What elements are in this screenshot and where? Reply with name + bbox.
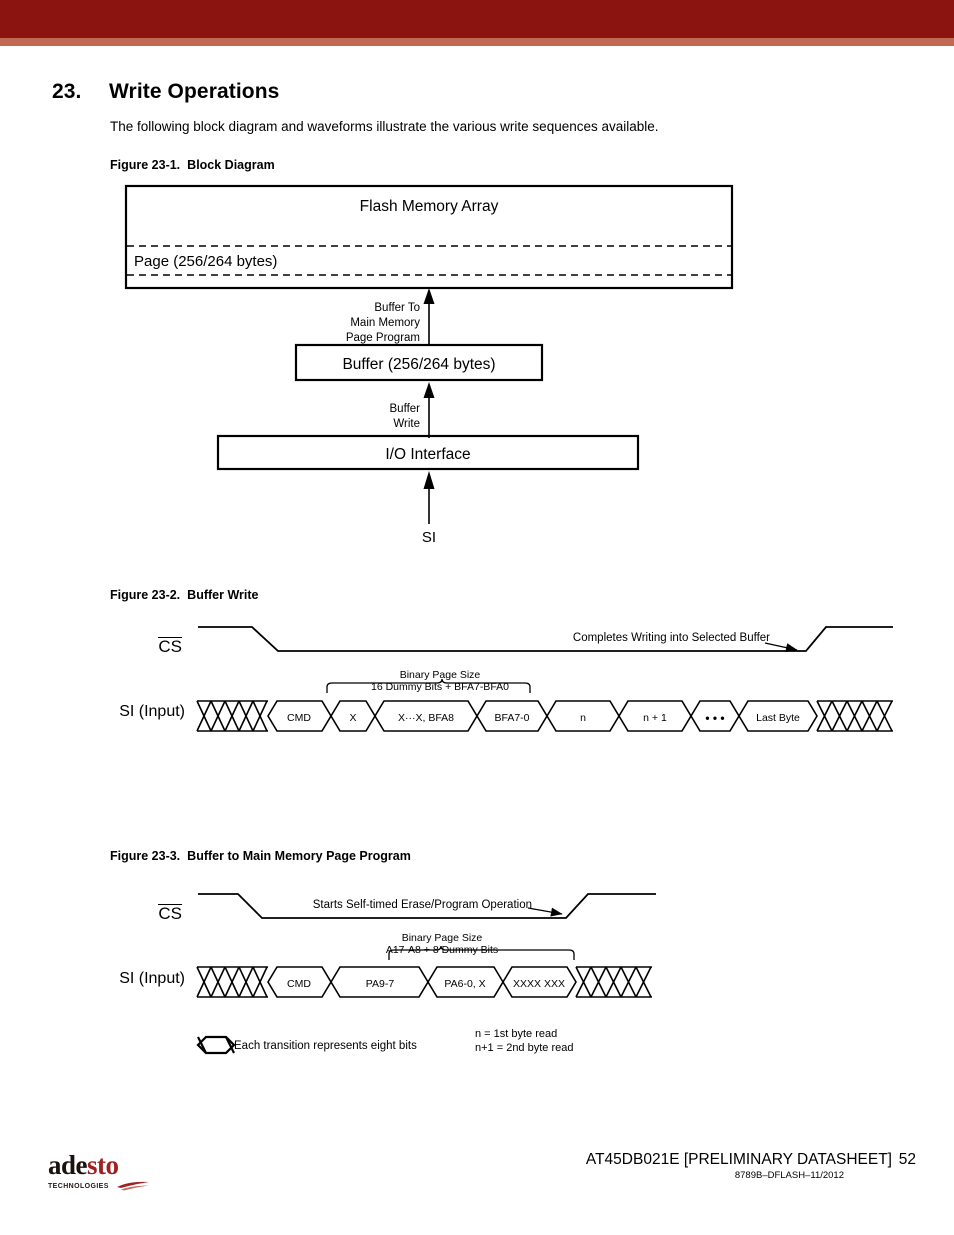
buffer-write-arrow-head xyxy=(423,382,435,398)
figure-2-cell-label-4: n xyxy=(580,712,586,724)
buffer-to-main-memory-arrow-head xyxy=(423,288,435,304)
figure-3-cs-waveform-trace xyxy=(198,893,656,919)
figure-2-cell-last-byte xyxy=(738,700,818,732)
figure-3-caption-title: Buffer to Main Memory Page Program xyxy=(187,849,411,863)
figure-3-brace xyxy=(388,945,575,960)
figure-2-cell-label-7: Last Byte xyxy=(756,712,800,724)
figure-3-cell-cmd xyxy=(267,966,332,998)
buffer-write-label-line2: Write xyxy=(393,418,420,430)
figure-2-brace xyxy=(326,678,531,693)
figure-2-caption-title: Buffer Write xyxy=(187,588,259,602)
figure-3-cell-xxxx xyxy=(502,966,577,998)
intro-paragraph: The following block diagram and waveform… xyxy=(110,119,659,134)
figure-3-waveform: Starts Self-timed Erase/Program Operatio… xyxy=(196,893,656,1055)
adesto-logo-dark-part: ade xyxy=(48,1150,88,1180)
legend-n-row: n = 1st byte read xyxy=(475,1028,557,1040)
adesto-logo-red-part: sto xyxy=(87,1150,119,1180)
figure-3-cell-label-1: PA9-7 xyxy=(366,978,395,990)
buffer-to-main-memory-label-line3: Page Program xyxy=(346,332,420,344)
figure-2-cell-label-0: CMD xyxy=(287,712,311,724)
page-title: 23. Write Operations xyxy=(52,80,892,104)
figure-3-caption-number: Figure 23-3. xyxy=(110,849,181,863)
figure-3-brace-label-line2: A17-A8 + 8 Dummy Bits xyxy=(386,944,498,956)
buffer-to-main-memory-label-line1: Buffer To xyxy=(374,302,420,314)
figure-2-si-signal-label: SI (Input) xyxy=(119,703,185,720)
figure-3-cell-pa6-0 xyxy=(427,966,504,998)
footer-document-title: AT45DB021E [PRELIMINARY DATASHEET] xyxy=(585,1151,892,1168)
page-header-band-light xyxy=(0,38,954,46)
flash-memory-array-box xyxy=(124,184,734,290)
adesto-logo: adesto TECHNOLOGIES xyxy=(48,1152,153,1191)
figure-2-waveform: Completes Writing into Selected Buffer B… xyxy=(196,626,893,732)
section-number: 23. xyxy=(52,80,82,103)
figure-2-cs-annotation: Completes Writing into Selected Buffer xyxy=(573,632,770,644)
si-arrow-head xyxy=(423,471,435,489)
adesto-logo-tagline: TECHNOLOGIES xyxy=(48,1182,109,1190)
figure-1-caption: Figure 23-1. Block Diagram xyxy=(110,158,275,172)
section-title: Write Operations xyxy=(109,80,280,103)
figure-3-cs-annotation-arrow xyxy=(527,907,563,917)
figure-3-caption: Figure 23-3. Buffer to Main Memory Page P… xyxy=(110,849,411,863)
figure-2-si-trailing-hatch xyxy=(816,700,893,732)
figure-3-cell-label-0: CMD xyxy=(287,978,311,990)
footer-doc-code: 8789B–DFLASH–11/2012 xyxy=(734,1170,844,1181)
figure-2-brace-label-line1: Binary Page Size xyxy=(400,669,481,681)
figure-1-caption-title: Block Diagram xyxy=(187,158,275,172)
buffer-box xyxy=(294,343,544,382)
adesto-swoosh-icon xyxy=(116,1181,149,1191)
figure-2-caption-number: Figure 23-2. xyxy=(110,588,181,602)
legend-symbol-x2 xyxy=(225,1036,235,1054)
figure-2-cell-bfa8 xyxy=(374,700,478,732)
figure-2-cell-label-2: X···X, BFA8 xyxy=(398,712,454,724)
figure-3-si-cells xyxy=(267,966,577,998)
page-label: Page (256/264 bytes) xyxy=(134,253,277,270)
figure-1-block-diagram: Flash Memory Array Page (256/264 bytes) … xyxy=(124,184,734,546)
figure-2-cell-label-1: X xyxy=(349,712,356,724)
figure-3-brace-label-line1: Binary Page Size xyxy=(402,932,483,944)
legend-symbol-x1 xyxy=(197,1036,207,1054)
figure-2-cs-annotation-arrow xyxy=(764,642,798,653)
figure-2-caption: Figure 23-2. Buffer Write xyxy=(110,588,258,602)
buffer-write-label-line1: Buffer xyxy=(390,403,421,415)
figure-3-cs-signal-label: CS xyxy=(158,904,182,923)
legend-n-plus-1-row: n+1 = 2nd byte read xyxy=(475,1042,573,1054)
figure-2-cell-x xyxy=(330,700,376,732)
figure-3-cell-label-2: PA6-0, X xyxy=(444,978,485,990)
buffer-box-label: Buffer (256/264 bytes) xyxy=(342,356,495,373)
figure-2-cell-label-6: • • • xyxy=(705,711,724,725)
figure-1-caption-number: Figure 23-1. xyxy=(110,158,181,172)
figure-2-cell-n-plus-1 xyxy=(618,700,692,732)
legend-transition-note: Each transition represents eight bits xyxy=(234,1040,417,1052)
io-interface-label: I/O Interface xyxy=(385,446,470,463)
figure-3-si-signal-label: SI (Input) xyxy=(119,970,185,987)
figure-3-si-leading-hatch xyxy=(196,966,268,998)
figure-2-cell-label-5: n + 1 xyxy=(643,712,667,724)
adesto-logo-wordmark: adesto xyxy=(48,1152,153,1179)
figure-2-cell-n xyxy=(546,700,620,732)
figure-2-cell-label-3: BFA7-0 xyxy=(494,712,529,724)
figure-3-cell-pa9-7 xyxy=(330,966,429,998)
figure-2-brace-label-line2: 16 Dummy Bits + BFA7-BFA0 xyxy=(371,681,509,693)
si-label: SI xyxy=(422,529,436,546)
figure-2-cs-signal-label: CS xyxy=(158,637,182,656)
figure-2-si-leading-hatch xyxy=(196,700,268,732)
figure-3-cell-label-3: XXXX XXX xyxy=(513,978,565,990)
legend-transition-symbol xyxy=(196,1035,236,1055)
figure-2-cell-bfa7-0 xyxy=(476,700,548,732)
figure-2-cs-waveform-trace xyxy=(198,626,893,652)
flash-memory-array-label: Flash Memory Array xyxy=(360,198,499,215)
figure-2-cell-ellipsis xyxy=(690,700,740,732)
buffer-to-main-memory-label-line2: Main Memory xyxy=(350,317,420,329)
footer-page-number: 52 xyxy=(898,1151,916,1168)
figure-2-cell-cmd xyxy=(267,700,332,732)
figure-2-si-cells xyxy=(267,700,818,732)
figure-3-si-trailing-hatch xyxy=(575,966,652,998)
figure-3-cs-annotation: Starts Self-timed Erase/Program Operatio… xyxy=(313,899,532,911)
page-header-band-dark xyxy=(0,0,954,38)
io-interface-box xyxy=(216,434,640,471)
